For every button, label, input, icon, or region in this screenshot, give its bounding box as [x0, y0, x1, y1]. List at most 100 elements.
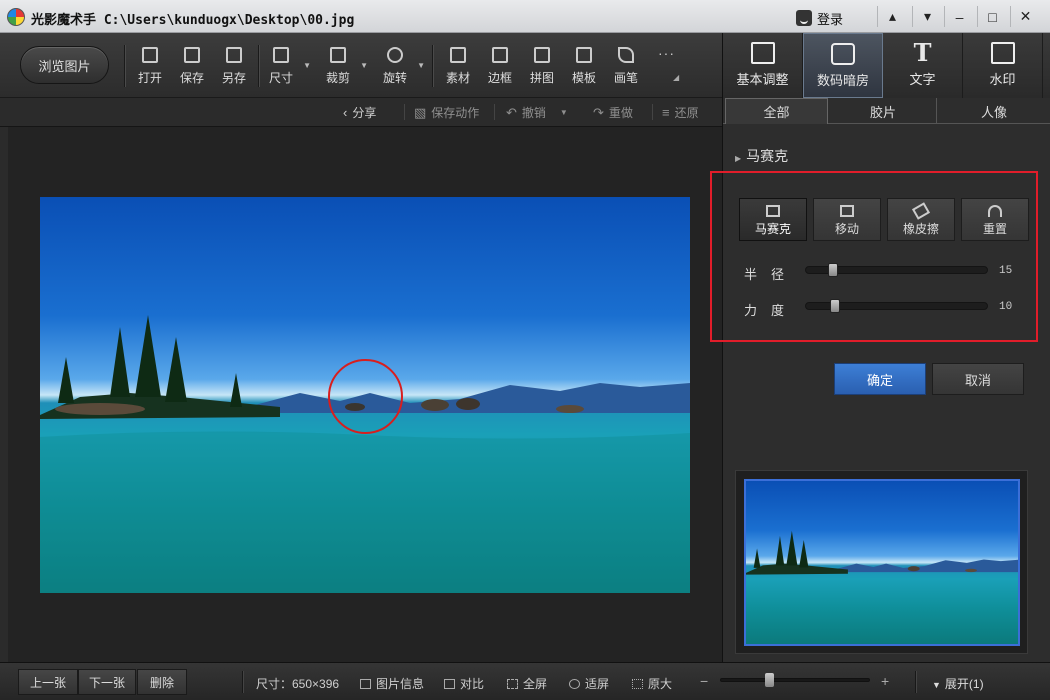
mode-basic-adjust[interactable]: 基本调整 [723, 33, 803, 98]
compare-icon [444, 678, 455, 689]
save-action-button[interactable]: ▧ 保存动作 [414, 104, 479, 121]
save-action-icon: ▧ [414, 104, 427, 120]
rotate-dropdown-icon[interactable]: ▼ [417, 61, 425, 70]
move-tool-button[interactable]: 移动 [813, 198, 881, 241]
mode-watermark[interactable]: 水印 [963, 33, 1043, 98]
eraser-icon [911, 202, 931, 220]
undo-button[interactable]: ↶ 撤销 ▼ [506, 104, 568, 121]
mosaic-icon [766, 205, 780, 217]
radius-slider-thumb[interactable] [828, 263, 839, 277]
toolbar-divider [258, 45, 259, 87]
radius-slider[interactable] [805, 263, 988, 277]
save-as-icon [226, 47, 242, 63]
material-button[interactable]: 素材 [440, 47, 476, 86]
strength-value: 10 [999, 301, 1013, 313]
collage-icon [534, 47, 550, 63]
next-image-button[interactable]: 下一张 [78, 669, 136, 695]
status-bar: 上一张 下一张 删除 尺寸：650×396 图片信息 对比 全屏 适屏 原大 −… [0, 662, 1050, 700]
status-divider [915, 671, 916, 693]
actual-size-icon [632, 678, 643, 689]
save-button[interactable]: 保存 [174, 47, 210, 86]
browse-images-button[interactable]: 浏览图片 [20, 46, 109, 84]
action-divider [652, 104, 653, 120]
tab-film[interactable]: 胶片 [830, 98, 937, 124]
expand-arrow-icon: ▼ [932, 680, 941, 690]
share-button[interactable]: ‹ 分享 [343, 104, 376, 121]
crop-dropdown-icon[interactable]: ▼ [360, 61, 368, 70]
template-button[interactable]: 模板 [566, 47, 602, 86]
share-icon: ‹ [343, 105, 348, 120]
close-button[interactable]: ✕ [1010, 6, 1040, 27]
fullscreen-button[interactable]: 全屏 [507, 675, 547, 692]
confirm-button[interactable]: 确定 [834, 363, 926, 395]
actual-size-button[interactable]: 原大 [632, 675, 672, 692]
prev-image-button[interactable]: 上一张 [18, 669, 78, 695]
zoom-in-icon[interactable]: + [881, 673, 889, 689]
rotate-icon [387, 47, 403, 63]
undo-icon: ↶ [506, 104, 517, 120]
fit-screen-button[interactable]: 适屏 [569, 675, 609, 692]
minimize-icon: ‒ [955, 8, 964, 25]
eraser-tool-button[interactable]: 橡皮擦 [887, 198, 955, 241]
fit-screen-icon [569, 678, 580, 689]
resize-icon [273, 47, 289, 63]
radius-value: 15 [999, 265, 1013, 277]
strength-slider-thumb[interactable] [829, 299, 840, 313]
maximize-icon: □ [988, 8, 997, 25]
undo-dropdown-icon[interactable]: ▼ [560, 108, 568, 117]
login-label: 登录 [817, 11, 844, 27]
restore-icon: ≡ [662, 105, 670, 120]
expand-filmstrip-button[interactable]: ▼ 展开(1) [932, 675, 984, 692]
reset-tool-button[interactable]: 重置 [961, 198, 1029, 241]
brush-button[interactable]: 画笔 [608, 47, 644, 86]
save-as-button[interactable]: 另存 [216, 47, 252, 86]
reset-icon [988, 205, 1002, 217]
menu-button[interactable]: ▾ [912, 6, 942, 27]
preview-scenery [746, 530, 1018, 575]
login-button[interactable]: 登录 [796, 9, 843, 27]
compare-button[interactable]: 对比 [444, 675, 484, 692]
cancel-button[interactable]: 取消 [932, 363, 1024, 395]
minimize-button[interactable]: ‒ [944, 6, 974, 27]
border-button[interactable]: 边框 [482, 47, 518, 86]
zoom-slider-thumb[interactable] [765, 673, 774, 687]
brush-icon [618, 47, 634, 63]
status-divider [242, 671, 243, 693]
toolbar-divider [124, 45, 125, 87]
resize-dropdown-icon[interactable]: ▼ [303, 61, 311, 70]
resize-button[interactable]: 尺寸 ▼ [263, 47, 311, 86]
redo-button[interactable]: ↷ 重做 [593, 104, 633, 121]
action-divider [494, 104, 495, 120]
basic-adjust-icon [750, 42, 775, 64]
watermark-icon [990, 42, 1015, 64]
window-title: 光影魔术手 C:\Users\kunduogx\Desktop\00.jpg [31, 13, 355, 28]
maximize-button[interactable]: □ [977, 6, 1007, 27]
more-tools-arrow-icon[interactable]: ◢ [673, 73, 679, 82]
mosaic-section-header[interactable]: ▶ 马赛克 [735, 146, 788, 166]
open-icon [142, 47, 158, 63]
open-button[interactable]: 打开 [132, 47, 168, 86]
zoom-slider[interactable] [720, 673, 870, 687]
more-tools-button[interactable]: ··· [658, 45, 675, 61]
radius-label: 半径 [744, 267, 799, 282]
restore-button[interactable]: ≡ 还原 [662, 104, 699, 121]
image-info-button[interactable]: 图片信息 [360, 675, 424, 692]
user-icon [796, 10, 812, 26]
strength-slider[interactable] [805, 299, 988, 313]
crop-button[interactable]: 裁剪 ▼ [320, 47, 368, 86]
delete-image-button[interactable]: 删除 [137, 669, 187, 695]
crop-icon [330, 47, 346, 63]
mode-text[interactable]: T 文字 [883, 33, 963, 98]
darkroom-icon [831, 43, 855, 65]
fullscreen-icon [507, 678, 518, 689]
preview-thumbnail[interactable] [744, 479, 1020, 646]
tab-portrait[interactable]: 人像 [937, 98, 1050, 124]
zoom-out-icon[interactable]: − [700, 673, 708, 689]
mode-darkroom[interactable]: 数码暗房 [803, 33, 883, 98]
tab-all[interactable]: 全部 [725, 98, 828, 124]
rotate-button[interactable]: 旋转 ▼ [377, 47, 425, 86]
effect-category-tabs: 全部 胶片 人像 [723, 98, 1050, 124]
collage-button[interactable]: 拼图 [524, 47, 560, 86]
mosaic-tool-button[interactable]: 马赛克 [739, 198, 807, 241]
skin-button[interactable]: ▴ [877, 6, 907, 27]
